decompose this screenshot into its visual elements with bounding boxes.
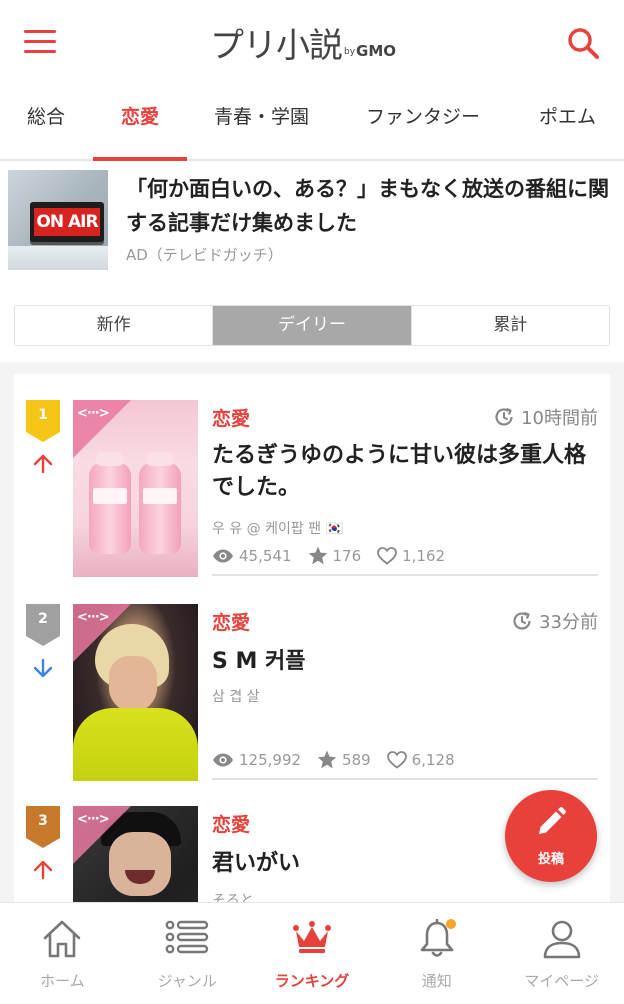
- star-icon: [308, 546, 327, 565]
- logo-gmo-text: GMO: [356, 42, 397, 60]
- list-icon: [165, 920, 209, 954]
- logo-by-text: by: [344, 47, 356, 57]
- nav-genre-label: ジャンル: [157, 972, 217, 990]
- story-stats: 45,541 176 1,162: [212, 546, 461, 565]
- link-icon: <···>: [77, 610, 110, 625]
- heart-icon: [377, 546, 398, 565]
- post-button[interactable]: 投稿: [505, 790, 597, 882]
- pencil-icon: [539, 807, 566, 834]
- user-icon: [543, 920, 580, 959]
- ranking-period-tabs: 新作 デイリー 累計: [14, 305, 610, 346]
- rank-down-arrow-icon: [28, 656, 58, 682]
- nav-mypage[interactable]: マイページ: [499, 903, 624, 1003]
- item-divider: [212, 778, 598, 780]
- rank-number: 1: [38, 407, 48, 423]
- view-count: 45,541: [239, 546, 292, 565]
- active-tab-indicator: [93, 157, 187, 161]
- eye-icon: [213, 549, 233, 562]
- tab-genre-youth-school[interactable]: 青春・学園: [214, 86, 309, 159]
- rank-badge: 3: [26, 806, 60, 848]
- tab-period-total[interactable]: 累計: [410, 306, 609, 345]
- like-count: 6,128: [411, 750, 455, 769]
- story-updated: 10時間前: [493, 404, 598, 430]
- nav-genre[interactable]: ジャンル: [125, 903, 250, 1003]
- link-icon: <···>: [77, 406, 110, 421]
- story-time: 10時間前: [521, 408, 598, 429]
- nav-ranking[interactable]: ランキング: [250, 903, 375, 1003]
- story-title: たるぎうゆのように甘い彼は多重人格でした。: [212, 443, 587, 500]
- search-icon[interactable]: [566, 26, 600, 60]
- story-genre: 恋愛: [212, 814, 251, 836]
- ranking-item[interactable]: 2 <···> 恋愛 33分前 S M 커플 삼 겹 살 125,992 589…: [14, 592, 610, 796]
- ranking-item[interactable]: 1 <···> 恋愛 10時間前 たるぎうゆのように甘い彼は多重人格でした。 우…: [14, 388, 610, 592]
- nav-home-label: ホーム: [40, 972, 85, 990]
- nav-notifications[interactable]: 通知: [374, 903, 499, 1003]
- star-count: 176: [332, 546, 362, 565]
- link-icon: <···>: [77, 812, 110, 827]
- nav-home[interactable]: ホーム: [0, 903, 125, 1003]
- story-time: 33分前: [539, 612, 598, 633]
- rank-badge: 1: [26, 400, 60, 442]
- star-icon: [317, 750, 337, 769]
- ad-banner[interactable]: ON AIR 「何か面白いの、ある？」まもなく放送の番組に関する記事だけ集めまし…: [8, 170, 616, 275]
- genre-tab-bar: 総合 恋愛 青春・学園 ファンタジー ポエム: [0, 86, 624, 161]
- story-author: 삼 겹 살: [212, 689, 260, 705]
- tab-period-new[interactable]: 新作: [15, 306, 213, 345]
- rank-badge: 2: [26, 604, 60, 646]
- notification-badge-dot: [446, 919, 457, 929]
- heart-icon: [386, 750, 407, 769]
- story-genre: 恋愛: [212, 612, 251, 634]
- tab-period-daily[interactable]: デイリー: [212, 306, 411, 345]
- ad-image: ON AIR: [8, 170, 108, 270]
- story-stats: 125,992 589 6,128: [212, 750, 471, 769]
- clock-refresh-icon: [513, 611, 531, 630]
- tab-genre-fantasy[interactable]: ファンタジー: [366, 86, 480, 159]
- crown-icon: [292, 921, 331, 953]
- ad-image-text: ON AIR: [34, 208, 100, 236]
- rank-up-arrow-icon: [28, 452, 58, 478]
- story-cover-image: <···>: [73, 604, 198, 781]
- story-genre: 恋愛: [212, 408, 251, 430]
- eye-icon: [213, 753, 233, 766]
- hamburger-menu-icon[interactable]: [24, 30, 56, 54]
- bottom-navigation: ホーム ジャンル ランキング 通知 マイページ: [0, 902, 624, 1004]
- story-updated: 33分前: [511, 608, 598, 634]
- story-cover-image: <···>: [73, 400, 198, 577]
- app-screen: プリ小説 by GMO 総合 恋愛 青春・学園 ファンタジー ポエム ON AI…: [0, 0, 624, 1004]
- like-count: 1,162: [402, 546, 446, 565]
- app-header: プリ小説 by GMO: [0, 0, 624, 86]
- story-author: 우 유 @ 케이팝 팬 🇰🇷: [212, 521, 343, 537]
- rank-number: 3: [38, 813, 48, 829]
- nav-mypage-label: マイページ: [524, 972, 599, 990]
- tab-genre-romance[interactable]: 恋愛: [121, 86, 159, 159]
- nav-ranking-label: ランキング: [274, 972, 350, 990]
- post-button-label: 投稿: [537, 852, 564, 867]
- star-count: 589: [342, 750, 371, 769]
- rank-up-arrow-icon: [28, 858, 58, 884]
- view-count: 125,992: [239, 750, 302, 769]
- rank-number: 2: [38, 611, 48, 627]
- home-icon: [44, 920, 81, 958]
- clock-refresh-icon: [495, 407, 513, 426]
- logo-text: プリ小説: [210, 26, 343, 66]
- tab-genre-all[interactable]: 総合: [27, 86, 65, 159]
- app-logo[interactable]: プリ小説 by GMO: [210, 22, 396, 66]
- ad-source: AD（テレビドガッチ）: [126, 246, 283, 264]
- item-divider: [212, 574, 598, 576]
- story-title: S M 커플: [212, 649, 306, 674]
- nav-notifications-label: 通知: [421, 972, 452, 990]
- ad-title: 「何か面白いの、ある？」まもなく放送の番組に関する記事だけ集めました: [126, 177, 609, 235]
- tab-genre-poem[interactable]: ポエム: [539, 86, 596, 159]
